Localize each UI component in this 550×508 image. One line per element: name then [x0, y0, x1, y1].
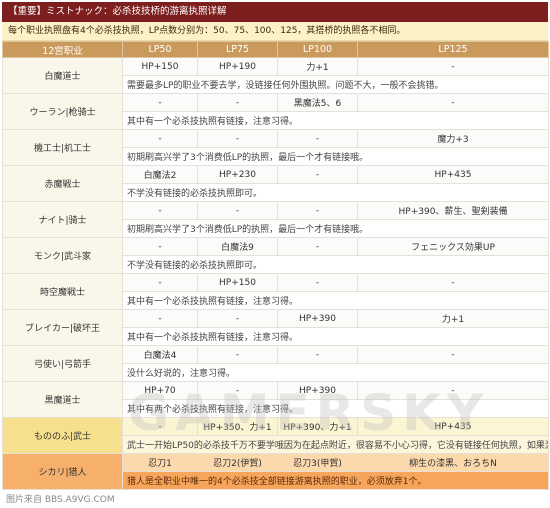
license-value-cell: - [277, 273, 358, 292]
table-row: ナイト|骑士 - - - HP+390、薪生、聖剣装備 [2, 201, 549, 238]
table-row: 時空魔戦士 - HP+150- - [2, 273, 549, 310]
table-row: 弓使い|弓箭手 白魔法4- - - [2, 345, 549, 382]
license-value-cell: 忍刀1 [122, 453, 198, 472]
job-name-cell: ブレイカー|破坏王 [2, 309, 123, 346]
table-row: 白魔道士 HP+150 HP+190 力+1- [2, 57, 549, 94]
column-header: 12宫职业 [2, 41, 123, 58]
column-header: LP75 [197, 41, 278, 58]
license-value-cell: - [357, 273, 549, 292]
job-name-cell: 赤魔戦士 [2, 165, 123, 202]
job-name-cell: 弓使い|弓箭手 [2, 345, 123, 382]
watermark: GAMERSKY [128, 384, 490, 442]
table-row: 赤魔戦士 白魔法2 HP+230- HP+435 [2, 165, 549, 202]
note-cell: 猎人是全职业中唯一的4个必杀技全部链接游离执照的职业，必须放弃1个。 [122, 471, 549, 490]
job-name-cell: 時空魔戦士 [2, 273, 123, 310]
image-source-caption: 图片来自 BBS.A9VG.COM [6, 495, 115, 505]
license-value-cell: - [122, 237, 198, 256]
license-value-cell: - [277, 237, 358, 256]
license-value-cell: - [357, 93, 549, 112]
table-row: 機工士|机工士 - - - 魔力+3 [2, 129, 549, 166]
license-value-cell: 白魔法2 [122, 165, 198, 184]
note-cell: 需要最多LP的职业不要去学，没链接任何外围执照。问题不大，一般不会挑错。 [122, 75, 549, 94]
license-value-cell: 黑魔法5、6 [277, 93, 358, 112]
note-cell: 其中有一个必杀技执照有链接，注意习得。 [122, 327, 549, 346]
table-row: ブレイカー|破坏王 - - HP+390 力+1 [2, 309, 549, 346]
note-cell: 其中有一个必杀技执照有链接，注意习得。 [122, 111, 549, 130]
note-cell: 没什么好说的，注意习得。 [122, 363, 549, 382]
license-value-cell: HP+150 [197, 273, 278, 292]
license-value-cell: HP+190 [197, 57, 278, 76]
license-value-cell: 白魔法9 [197, 237, 278, 256]
page: 【重要】ミストナック：必杀技技桥的游离执照详解 每个职业执照盘有4个必杀技执照，… [0, 0, 550, 508]
note-cell: 其中有一个必杀技执照有链接，注意习得。 [122, 291, 549, 310]
column-header: LP125 [357, 41, 549, 58]
note-cell: 不学没有链接的必杀技执照即可。 [122, 183, 549, 202]
license-value-cell: - [277, 201, 358, 220]
table-row: シカリ|猎人 忍刀1 忍刀2(伊賀) 忍刀3(甲賀) 柳生の漆黑、おろちN [2, 453, 549, 490]
page-title: 【重要】ミストナック：必杀技技桥的游离执照详解 [2, 2, 548, 22]
note-cell: 初期刷高兴学了3个消费低LP的执照，最后一个才有链接哦。 [122, 219, 549, 238]
license-value-cell: 力+1 [277, 57, 358, 76]
license-value-cell: - [197, 345, 278, 364]
header-row: 12宫职业 LP50 LP75 LP100 LP125 [2, 41, 549, 58]
license-value-cell: 力+1 [357, 309, 549, 328]
license-value-cell: - [122, 309, 198, 328]
job-name-cell: もののふ|武士 [2, 417, 123, 454]
license-value-cell: 魔力+3 [357, 129, 549, 148]
license-value-cell: - [197, 93, 278, 112]
license-value-cell: - [357, 345, 549, 364]
license-value-cell: - [122, 129, 198, 148]
license-value-cell: - [122, 93, 198, 112]
license-value-cell: - [197, 129, 278, 148]
license-value-cell: HP+150 [122, 57, 198, 76]
column-header: LP100 [277, 41, 358, 58]
license-value-cell: 忍刀2(伊賀) [197, 453, 278, 472]
table-row: モンク|武斗家 - 白魔法9- フェニックス効果UP [2, 237, 549, 274]
license-value-cell: - [197, 201, 278, 220]
license-value-cell: - [122, 201, 198, 220]
license-value-cell: HP+390 [277, 309, 358, 328]
license-value-cell: 白魔法4 [122, 345, 198, 364]
job-name-cell: 黒魔道士 [2, 381, 123, 418]
license-value-cell: - [197, 309, 278, 328]
license-value-cell: - [277, 165, 358, 184]
license-value-cell: - [277, 129, 358, 148]
page-subtitle: 每个职业执照盘有4个必杀技执照，LP点数分别为：50、75、100、125，其搭… [2, 22, 548, 41]
job-name-cell: 機工士|机工士 [2, 129, 123, 166]
job-name-cell: ナイト|骑士 [2, 201, 123, 238]
license-value-cell: - [357, 57, 549, 76]
license-value-cell: 忍刀3(甲賀) [277, 453, 358, 472]
note-cell: 不学没有链接的必杀技执照即可。 [122, 255, 549, 274]
license-value-cell: HP+390、薪生、聖剣装備 [357, 201, 549, 220]
license-value-cell: フェニックス効果UP [357, 237, 549, 256]
column-header: LP50 [122, 41, 198, 58]
job-name-cell: ウーラン|枪骑士 [2, 93, 123, 130]
job-name-cell: モンク|武斗家 [2, 237, 123, 274]
license-value-cell: HP+435 [357, 165, 549, 184]
table-row: ウーラン|枪骑士 - - 黑魔法5、6- [2, 93, 549, 130]
license-value-cell: - [277, 345, 358, 364]
note-cell: 初期刷高兴学了3个消费低LP的执照，最后一个才有链接哦。 [122, 147, 549, 166]
license-value-cell: - [122, 273, 198, 292]
job-name-cell: シカリ|猎人 [2, 453, 123, 490]
license-value-cell: HP+230 [197, 165, 278, 184]
license-value-cell: 柳生の漆黑、おろちN [357, 453, 549, 472]
job-name-cell: 白魔道士 [2, 57, 123, 94]
